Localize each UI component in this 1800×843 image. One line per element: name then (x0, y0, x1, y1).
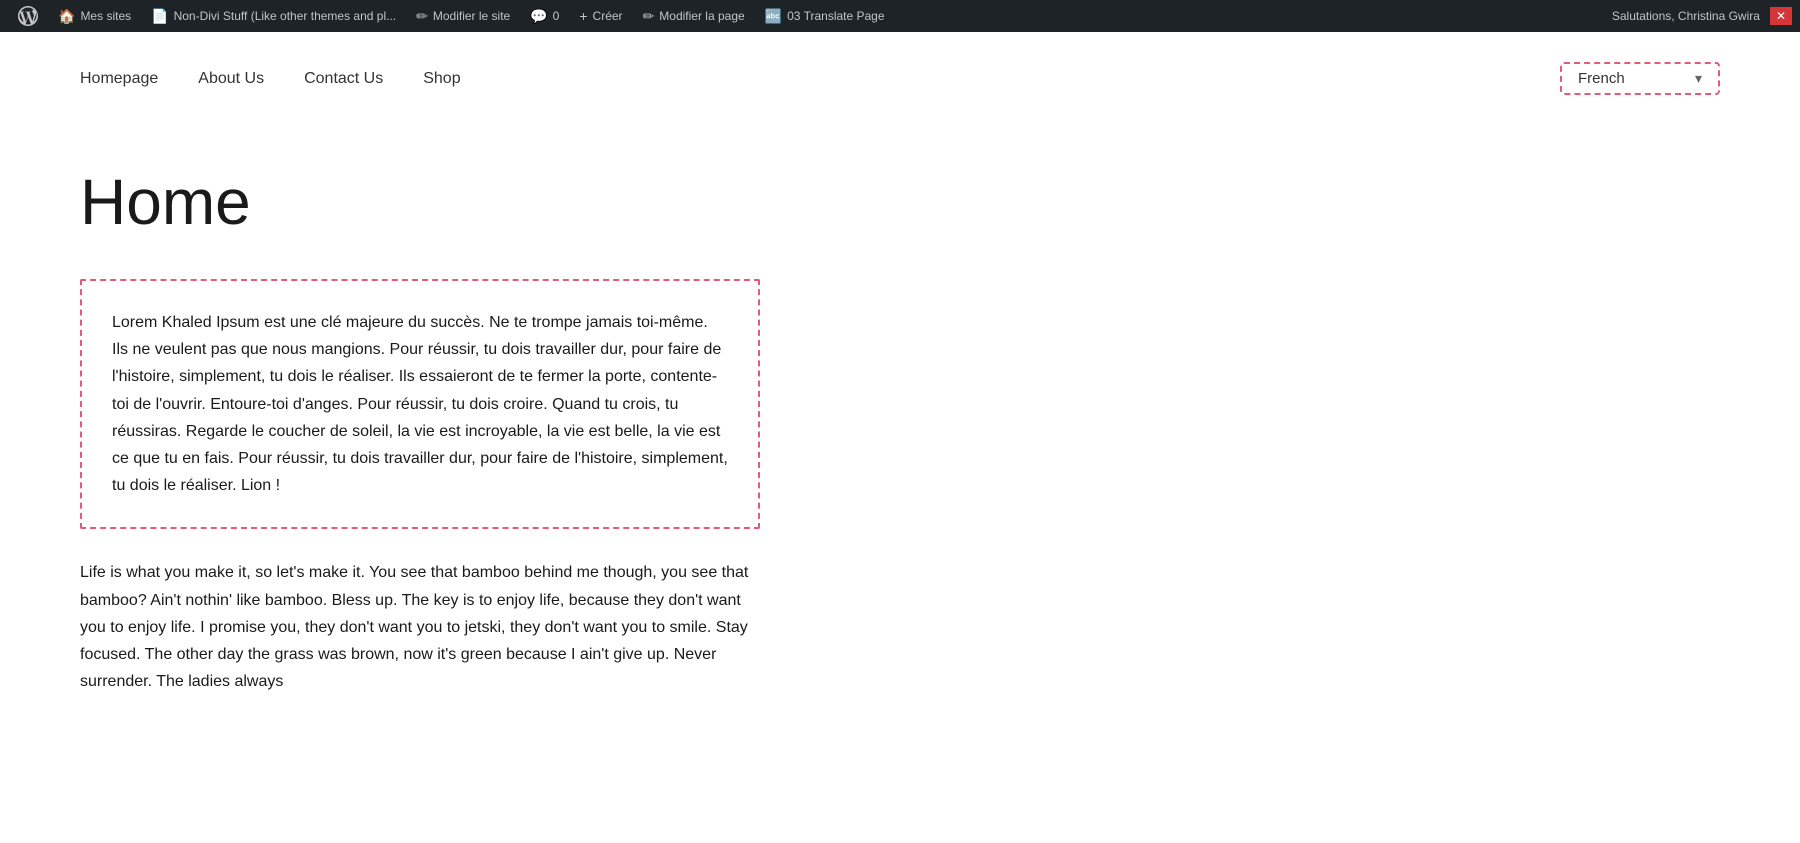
nav-homepage[interactable]: Homepage (80, 70, 158, 88)
translate-page-label: 03 Translate Page (787, 9, 884, 23)
plus-icon: + (579, 8, 587, 24)
nav-shop[interactable]: Shop (423, 70, 460, 88)
translate-page-button[interactable]: 🔤 03 Translate Page (755, 0, 895, 32)
language-selector[interactable]: French ▾ (1560, 62, 1720, 95)
close-button[interactable]: ✕ (1770, 7, 1792, 25)
creer-label: Créer (593, 9, 623, 23)
modifier-site-button[interactable]: ✏ Modifier le site (406, 0, 520, 32)
translate-icon: 🔤 (765, 8, 782, 25)
non-divi-button[interactable]: 📄 Non-Divi Stuff (Like other themes and … (141, 0, 406, 32)
non-divi-label: Non-Divi Stuff (Like other themes and pl… (174, 9, 397, 23)
edit-page-icon: ✏ (643, 8, 655, 25)
admin-bar-right: Salutations, Christina Gwira ✕ (1602, 7, 1792, 25)
regular-paragraph: Life is what you make it, so let's make … (80, 559, 760, 695)
translated-paragraph: Lorem Khaled Ipsum est une clé majeure d… (112, 309, 728, 499)
greeting-text: Salutations, Christina Gwira (1602, 9, 1770, 23)
comment-icon: 💬 (530, 8, 547, 25)
nav-contact-us[interactable]: Contact Us (304, 70, 383, 88)
modifier-site-label: Modifier le site (433, 9, 510, 23)
page-wrapper: Homepage About Us Contact Us Shop French… (0, 32, 1800, 843)
admin-bar: 🏠 Mes sites 📄 Non-Divi Stuff (Like other… (0, 0, 1800, 32)
nav-about-us[interactable]: About Us (198, 70, 264, 88)
chevron-down-icon: ▾ (1695, 70, 1702, 87)
mes-sites-button[interactable]: 🏠 Mes sites (48, 0, 141, 32)
page-title: Home (80, 165, 1120, 239)
translated-text-block: Lorem Khaled Ipsum est une clé majeure d… (80, 279, 760, 529)
modifier-page-button[interactable]: ✏ Modifier la page (633, 0, 755, 32)
home-icon: 🏠 (58, 8, 75, 25)
nav-links: Homepage About Us Contact Us Shop (80, 70, 461, 88)
wp-logo-button[interactable] (8, 0, 48, 32)
site-nav: Homepage About Us Contact Us Shop French… (0, 32, 1800, 125)
main-content: Home Lorem Khaled Ipsum est une clé maje… (0, 125, 1200, 775)
page-icon: 📄 (151, 8, 168, 25)
comments-button[interactable]: 💬 0 (520, 0, 569, 32)
language-selected-value: French (1578, 70, 1625, 87)
comments-count: 0 (553, 9, 560, 23)
mes-sites-label: Mes sites (80, 9, 131, 23)
modifier-page-label: Modifier la page (659, 9, 744, 23)
creer-button[interactable]: + Créer (569, 0, 632, 32)
edit-site-icon: ✏ (416, 8, 428, 25)
regular-text-block: Life is what you make it, so let's make … (80, 559, 760, 695)
